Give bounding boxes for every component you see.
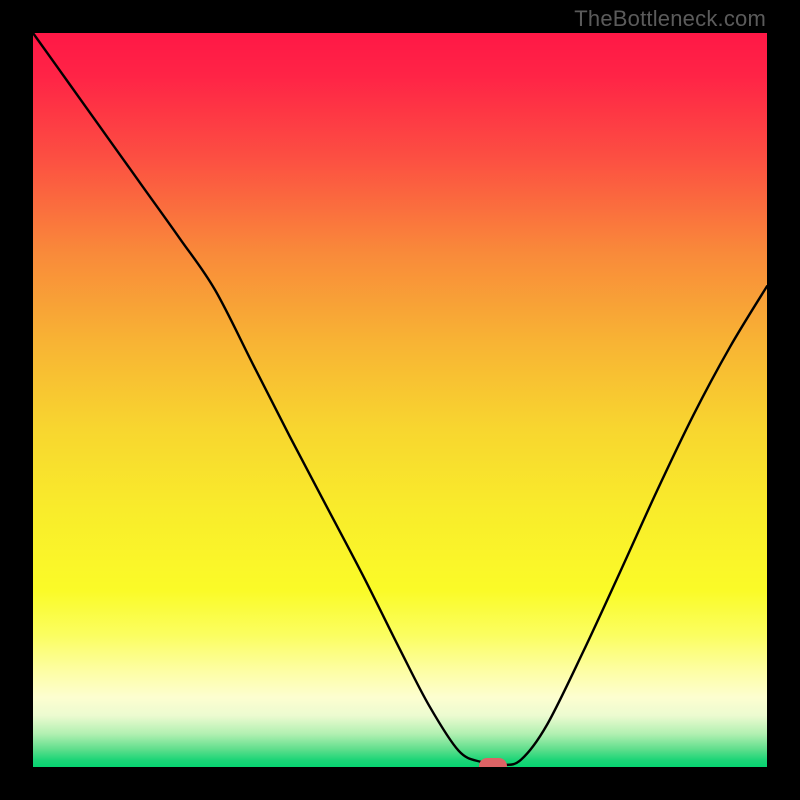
optimum-marker [479,758,507,767]
watermark-text: TheBottleneck.com [574,6,766,32]
plot-area [33,33,767,767]
bottleneck-curve [33,33,767,767]
chart-frame: TheBottleneck.com [0,0,800,800]
